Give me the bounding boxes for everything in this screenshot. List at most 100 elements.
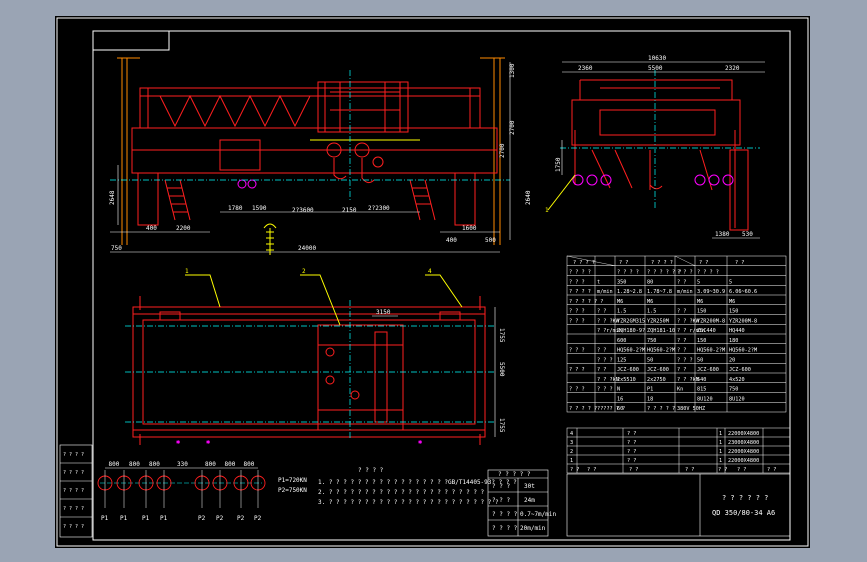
- spec-cell: 8U120: [697, 396, 713, 402]
- spec-cell: JCZ-600: [729, 367, 751, 373]
- spec-cell: 80: [647, 279, 653, 285]
- spec-cell: ? ? ?kN: [597, 377, 619, 383]
- spec-cell: 2x5510: [617, 377, 636, 383]
- spec-cell: ? ? ? ?: [697, 270, 719, 276]
- wheel-label: P1: [142, 515, 150, 522]
- spec-cell: YZR200M-8: [729, 318, 757, 324]
- svg-text:1: 1: [185, 268, 189, 275]
- svg-text:750: 750: [111, 245, 122, 252]
- spec-cell: 8U120: [729, 396, 745, 402]
- spec-cell: 1.78~7.8: [647, 289, 672, 295]
- spec-cell: 350: [617, 279, 626, 285]
- svg-text:? ? ? ?: ? ? ? ?: [63, 524, 84, 530]
- notes-title: ? ? ? ?: [358, 467, 384, 474]
- spec-cell: ZQH180-9?: [617, 328, 645, 334]
- spec-cell: ? ? ? ? ? ?: [569, 299, 603, 305]
- svg-text:1: 1: [545, 207, 549, 214]
- part-name: ? ?: [627, 449, 636, 455]
- spec-cell: 1.28~2.8: [617, 289, 642, 295]
- svg-text:2200: 2200: [176, 225, 191, 232]
- spec-cell: HQ560-2?M: [729, 348, 757, 354]
- spec-cell: ? ? ?: [569, 309, 585, 315]
- spec-cell: 2x2750: [647, 377, 666, 383]
- part-name: ? ?: [627, 440, 636, 446]
- svg-text:3150: 3150: [376, 309, 391, 316]
- svg-text:1300: 1300: [509, 63, 516, 78]
- parts-header-cell: ? ?: [685, 467, 694, 473]
- part-name: ? ?: [627, 458, 636, 464]
- svg-text:5500: 5500: [648, 65, 663, 72]
- spec-cell: ? ? ?: [569, 279, 585, 285]
- svg-text:1590: 1590: [252, 205, 267, 212]
- part-no: 3: [570, 440, 573, 446]
- svg-text:2360: 2360: [578, 65, 593, 72]
- svg-text:1380: 1380: [715, 231, 730, 238]
- spec-cell: ? ? ?: [569, 318, 585, 324]
- spec-cell: 20: [729, 357, 735, 363]
- spec-cell: JCZ-600: [647, 367, 669, 373]
- wheel-spacing: 800: [205, 461, 216, 468]
- wheel-spacing: 800: [225, 461, 236, 468]
- wheel-label: P1: [160, 515, 168, 522]
- spec-cell: 150: [729, 309, 738, 315]
- spec-cell: ? ?: [677, 348, 686, 354]
- parts-header-cell: ? ?: [737, 467, 746, 473]
- spec-cell: M6: [729, 299, 735, 305]
- wheel-spacing: 800: [244, 461, 255, 468]
- wheel-label: P1: [101, 515, 109, 522]
- spec-cell: 3.09~30.9: [697, 289, 725, 295]
- svg-text:? ? ? ?: ? ? ? ?: [63, 452, 84, 458]
- spec-cell: ? ?: [597, 309, 606, 315]
- svg-text:? ? ? ?: ? ? ? ?: [63, 470, 84, 476]
- spec-cell: 1.5: [647, 309, 656, 315]
- part-code: 23000X4800: [728, 440, 759, 446]
- spec-cell: M6: [647, 299, 653, 305]
- spec-cell: ? ? ?: [597, 357, 613, 363]
- svg-text:1755: 1755: [498, 328, 505, 343]
- svg-text:530: 530: [742, 231, 753, 238]
- svg-text:2?3600: 2?3600: [292, 207, 314, 214]
- part-code: 22000X4800: [728, 431, 759, 437]
- parts-header-cell: ? ?: [587, 467, 596, 473]
- wheel-label: P2: [254, 515, 262, 522]
- spec-cell: HQ440: [729, 328, 745, 334]
- svg-text:4: 4: [428, 268, 432, 275]
- spec-cell: ? ? ? ? ?: [647, 406, 675, 412]
- note-line-3: 3. ? ? ? ? ? ? ? ? ? ? ? ? ? ? ? ? ? ? ?…: [318, 499, 499, 506]
- p2-load: P2=750KN: [278, 487, 307, 494]
- drawing-canvas[interactable]: 24000 750 400 2200 400 1600 500 1780 159…: [0, 0, 867, 562]
- svg-text:2150: 2150: [342, 207, 357, 214]
- wheel-label: P2: [237, 515, 245, 522]
- spec-cell: ? ? ?: [569, 367, 585, 373]
- spec-cell: JCZ-600: [617, 367, 639, 373]
- spec-cell: 150: [697, 338, 706, 344]
- spec-cell: JCZ-600: [697, 367, 719, 373]
- wheel-label: P2: [198, 515, 206, 522]
- spec-cell: ? ?: [677, 338, 686, 344]
- parts-header-cell: ? ?: [629, 467, 638, 473]
- svg-text:5500: 5500: [498, 362, 505, 377]
- spec-cell: ? ? ?: [569, 387, 585, 393]
- note-line-2: 2. ? ? ? ? ? ? ? ? ? ? ? ? ? ? ? ? ? ? ?…: [318, 489, 485, 496]
- part-qty: 1: [719, 458, 722, 464]
- part-name: ? ?: [627, 431, 636, 437]
- spec-cell: 6.06~60.6: [729, 289, 757, 295]
- part-qty: 1: [719, 431, 722, 437]
- svg-text:1755: 1755: [498, 418, 505, 433]
- svg-text:1780: 1780: [228, 205, 243, 212]
- spec-cell: 1.5: [617, 309, 626, 315]
- spec-cell: M6: [617, 299, 623, 305]
- spec-cell: 380V 50HZ: [677, 406, 705, 412]
- svg-text:? ? ? ?: ? ? ? ?: [63, 506, 84, 512]
- svg-text:? ? ? ?: ? ? ? ?: [492, 511, 518, 518]
- spec-cell: 50: [697, 357, 703, 363]
- svg-text:24m: 24m: [524, 497, 535, 504]
- drawing-code: QD 350/80-34 A6: [712, 509, 775, 517]
- spec-cell: ? ? ? ?: [569, 289, 591, 295]
- wheel-spacing: 800: [149, 461, 160, 468]
- spec-cell: 815: [697, 387, 706, 393]
- spec-cell: 5: [697, 279, 700, 285]
- svg-text:400: 400: [146, 225, 157, 232]
- part-no: 2: [570, 449, 573, 455]
- spec-cell: 60: [617, 406, 623, 412]
